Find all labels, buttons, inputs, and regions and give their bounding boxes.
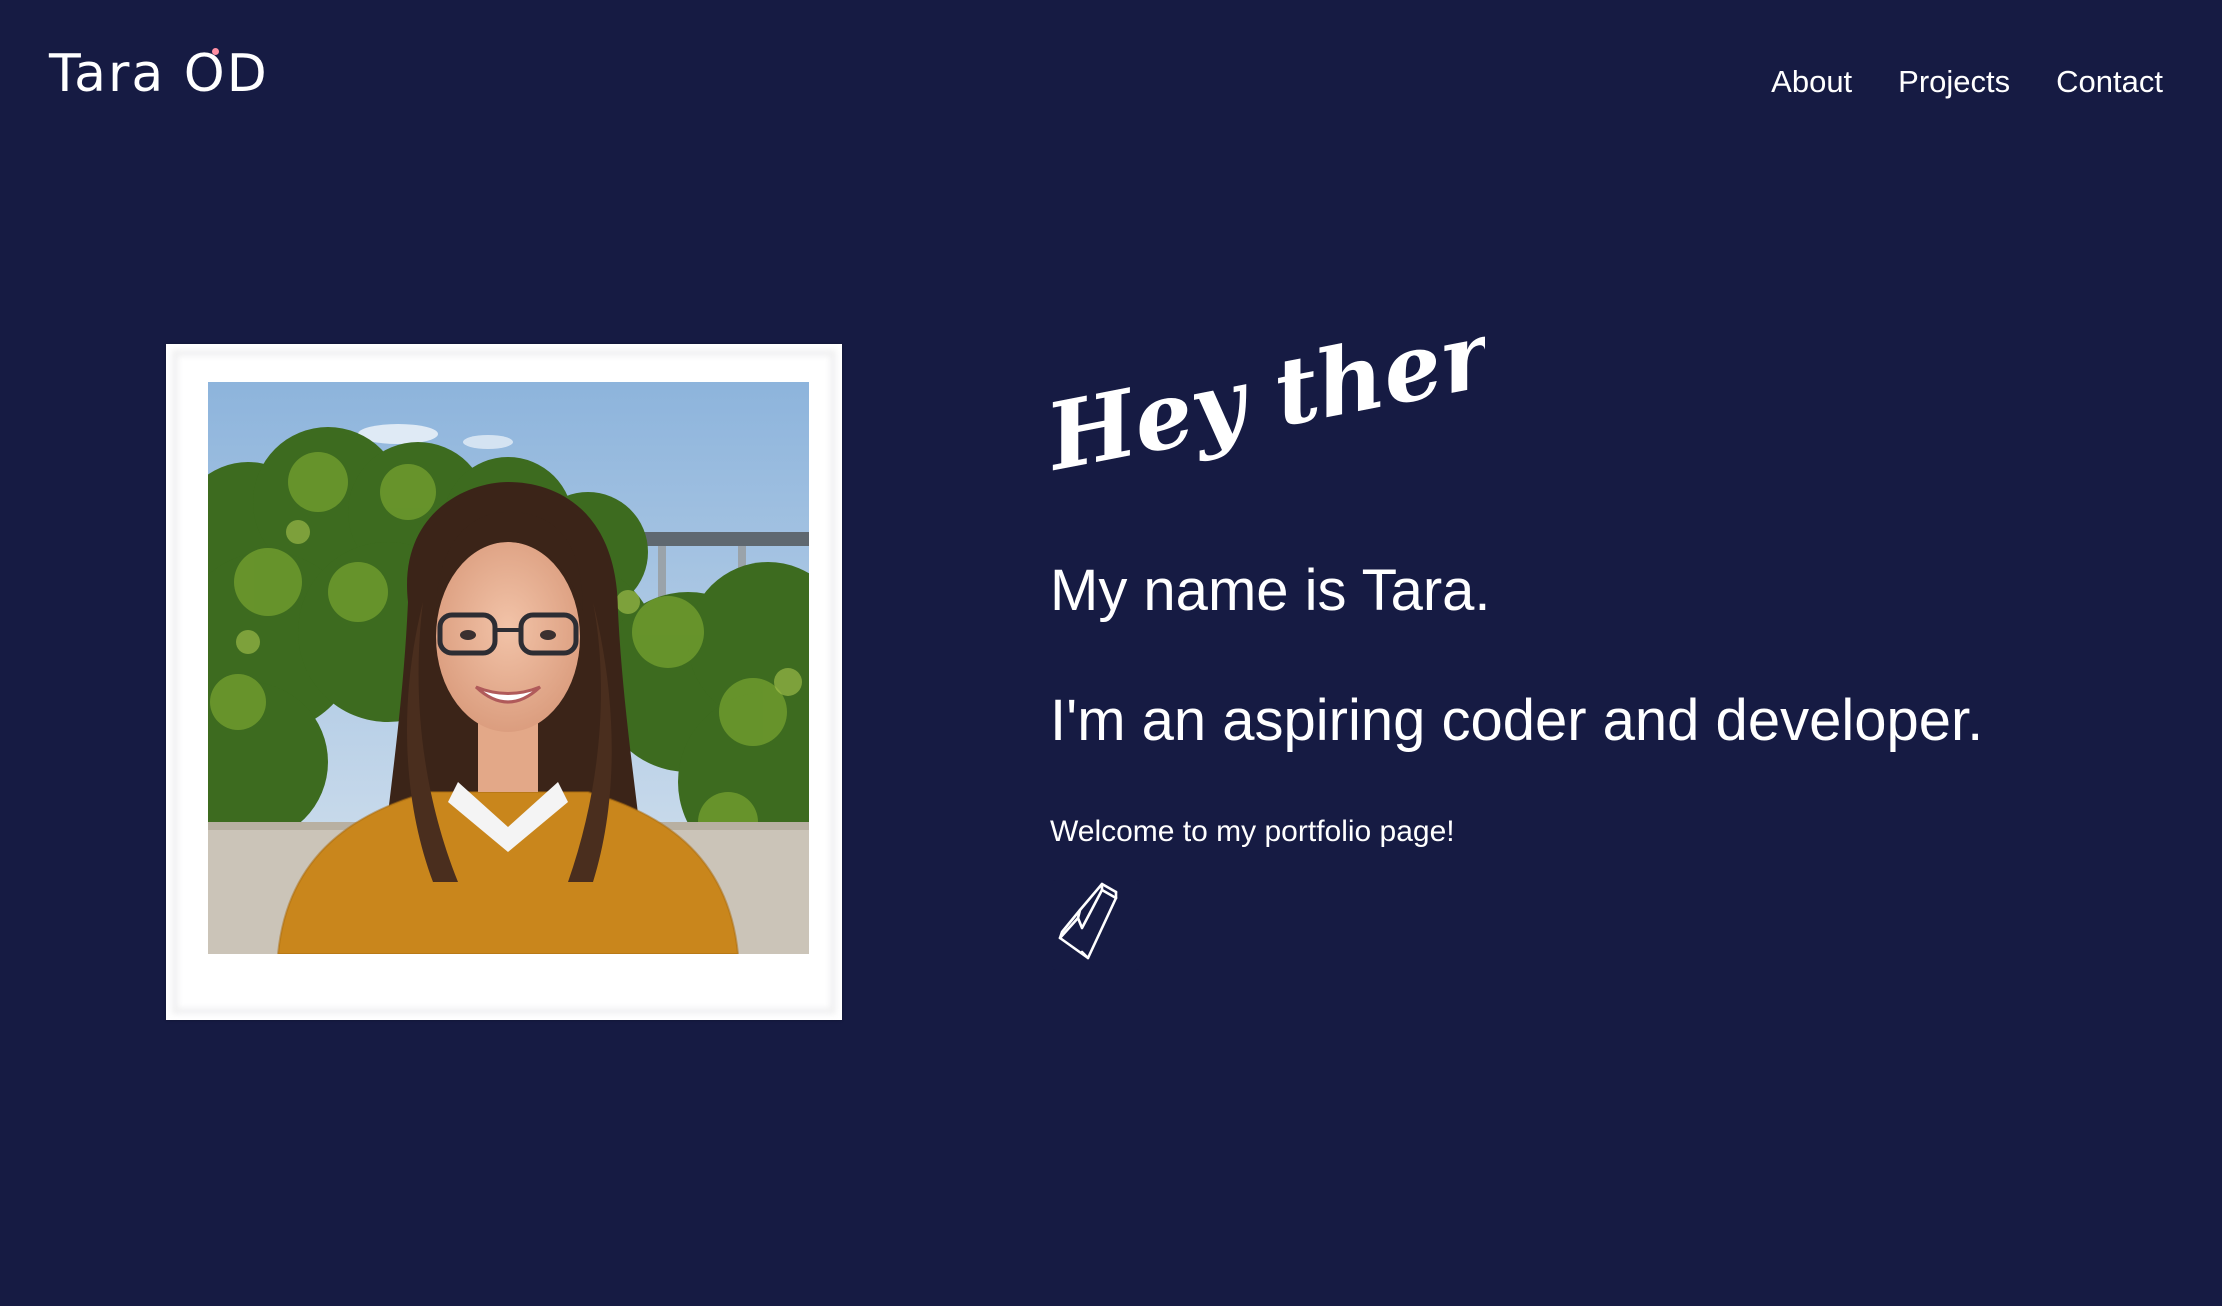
portfolio-page: Tara OD About Projects Contact Hey there… [0,0,2222,1306]
intro-name: My name is Tara. [1050,558,1491,623]
polaroid-frame [166,344,842,1020]
nav-link-contact[interactable]: Contact [2056,60,2163,104]
greeting-text: Hey there! [1045,300,1485,492]
hand-drawn-arrow-down-icon[interactable] [1052,880,1140,970]
nav-link-projects[interactable]: Projects [1898,60,2010,104]
intro-role: I'm an aspiring coder and developer. [1050,688,1984,753]
main-nav: About Projects Contact [1771,60,2163,104]
logo-text: Tara OD [49,44,269,104]
nav-link-about[interactable]: About [1771,60,1852,104]
profile-photo [208,382,809,954]
logo-accent-dot [212,48,219,55]
site-logo[interactable]: Tara OD [49,40,269,108]
greeting-heading: Hey there! [1045,300,1485,492]
welcome-text: Welcome to my portfolio page! [1050,815,1455,848]
